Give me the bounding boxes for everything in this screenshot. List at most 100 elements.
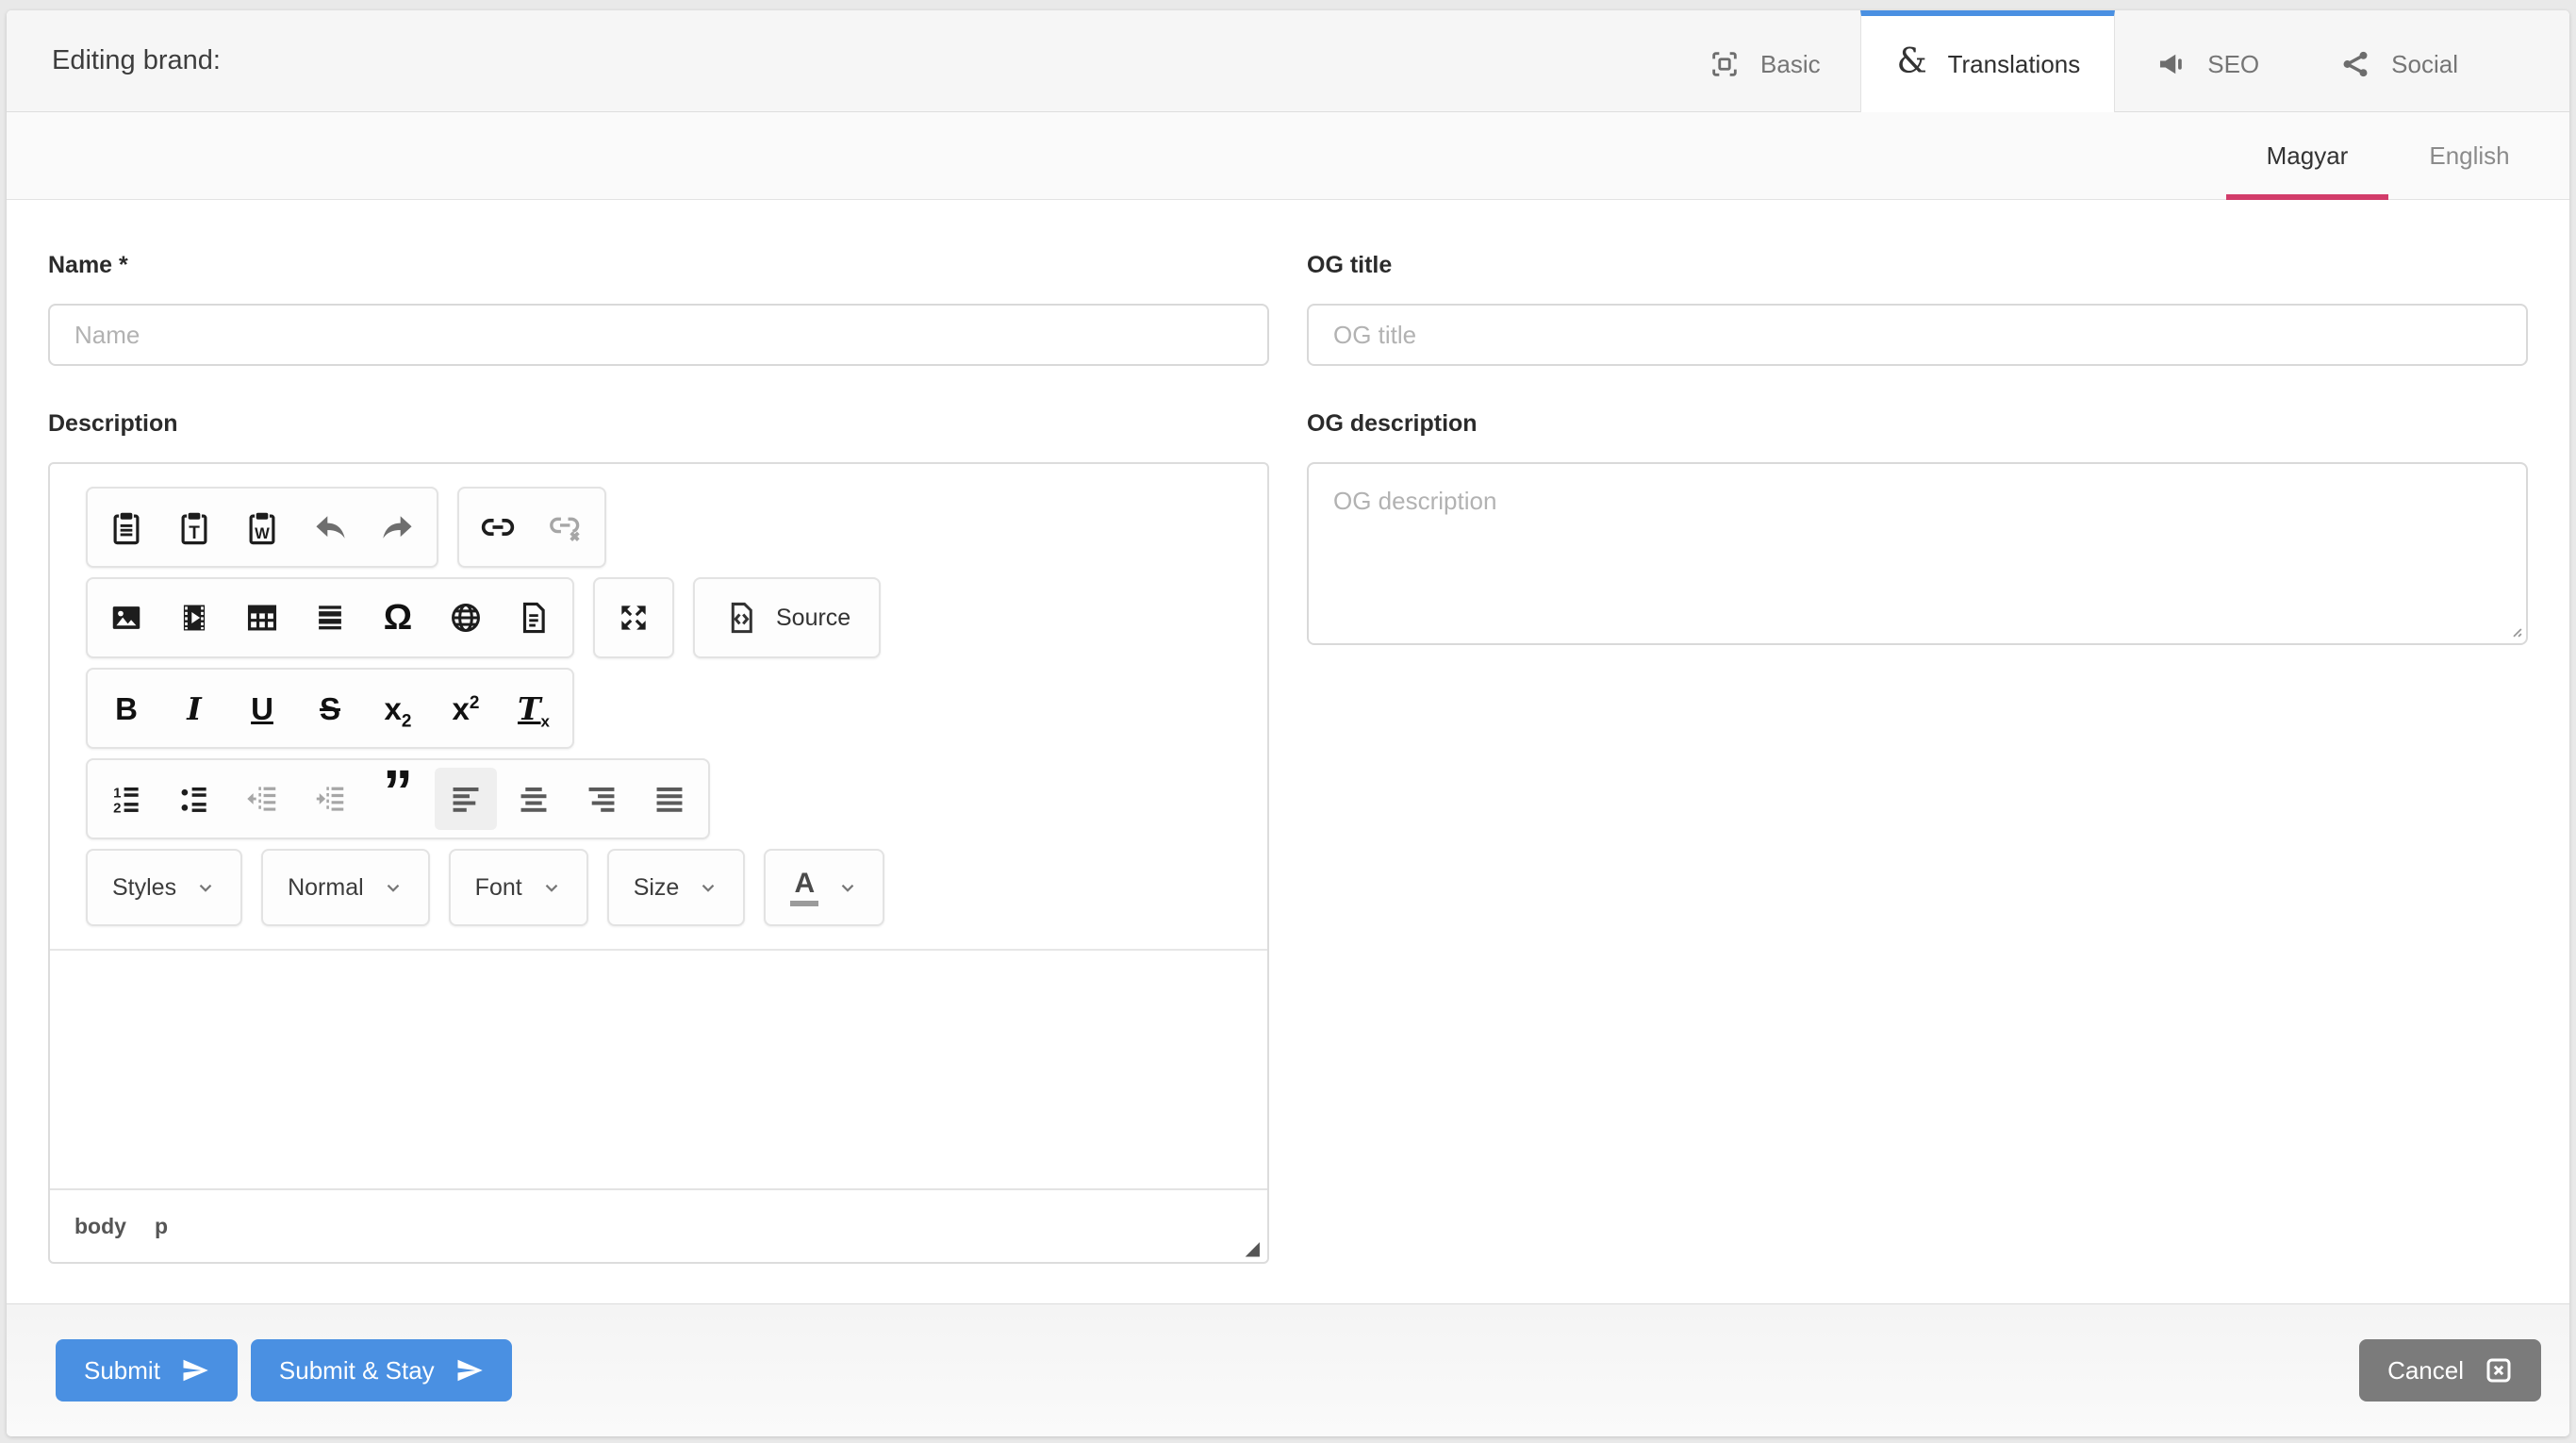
paste-plain-text-icon: T [176, 509, 212, 545]
redo-button[interactable] [367, 496, 429, 558]
align-right-icon [584, 781, 619, 817]
language-tab-english[interactable]: English [2388, 112, 2551, 199]
bold-button[interactable]: B [95, 677, 157, 739]
subscript-button[interactable]: x2 [367, 677, 429, 739]
paste-button[interactable] [95, 496, 157, 558]
undo-button[interactable] [299, 496, 361, 558]
media-icon [176, 600, 212, 636]
header: Editing brand: Basic & Translations SEO … [7, 10, 2569, 112]
footer-action-bar: Submit Submit & Stay Cancel [7, 1303, 2569, 1436]
size-dropdown-label: Size [633, 873, 680, 901]
iframe-button[interactable] [435, 587, 497, 649]
frame-icon [1708, 47, 1742, 81]
format-dropdown[interactable]: Normal [261, 849, 430, 926]
media-button[interactable] [163, 587, 225, 649]
rich-text-editor: T W Ω Source B I U S x2 x2 Tx 1 2 ” Styl… [48, 462, 1269, 1264]
maximize-button[interactable] [603, 587, 665, 649]
tab-basic-label: Basic [1760, 49, 1821, 78]
og-title-input[interactable] [1307, 304, 2528, 366]
cancel-button[interactable]: Cancel [2359, 1339, 2541, 1402]
page-title: Editing brand: [52, 45, 221, 75]
og-description-label: OG description [1307, 410, 1478, 437]
align-left-button[interactable] [435, 768, 497, 830]
element-path-body[interactable]: body [74, 1214, 126, 1239]
remove-format-button[interactable]: Tx [503, 677, 565, 739]
redo-icon [380, 509, 416, 545]
textarea-resize-handle[interactable] [2505, 621, 2522, 638]
submit-button[interactable]: Submit [56, 1339, 238, 1402]
maximize-group [593, 577, 674, 658]
bulleted-list-icon [176, 781, 212, 817]
name-label: Name * [48, 252, 128, 278]
align-center-icon [516, 781, 552, 817]
underline-button[interactable]: U [231, 677, 293, 739]
bold-icon: B [115, 690, 138, 726]
language-tab-magyar-label: Magyar [2266, 141, 2349, 170]
templates-button[interactable] [503, 587, 565, 649]
left-column: Name * Description [48, 251, 1269, 1264]
omega-icon: Ω [383, 598, 413, 638]
svg-text:T: T [189, 523, 200, 543]
numbered-list-icon: 12 [108, 781, 144, 817]
numbered-list-button[interactable]: 12 [95, 768, 157, 830]
element-path-p[interactable]: p [155, 1214, 168, 1239]
italic-button[interactable]: I [163, 677, 225, 739]
table-button[interactable] [231, 587, 293, 649]
decrease-indent-button[interactable] [231, 768, 293, 830]
strikethrough-button[interactable]: S [299, 677, 361, 739]
align-right-button[interactable] [570, 768, 633, 830]
tab-social[interactable]: Social [2299, 10, 2498, 112]
paste-icon [108, 509, 144, 545]
header-tabs: Basic & Translations SEO Social [1668, 10, 2498, 112]
source-button-label: Source [776, 604, 851, 631]
name-input[interactable] [48, 304, 1269, 366]
source-group: Source [693, 577, 882, 658]
paste-plain-text-button[interactable]: T [163, 496, 225, 558]
link-button[interactable] [467, 496, 529, 558]
special-char-button[interactable]: Ω [367, 587, 429, 649]
right-column: OG title OG description [1307, 251, 2528, 1264]
superscript-button[interactable]: x2 [435, 677, 497, 739]
increase-indent-icon [312, 781, 348, 817]
bulleted-list-button[interactable] [163, 768, 225, 830]
tab-translations[interactable]: & Translations [1859, 10, 2116, 112]
blockquote-button[interactable]: ” [367, 761, 429, 830]
tab-social-label: Social [2391, 49, 2458, 78]
source-button[interactable]: Source [702, 587, 871, 649]
image-button[interactable] [95, 587, 157, 649]
og-description-textarea[interactable] [1307, 462, 2528, 645]
superscript-icon: x2 [452, 690, 480, 726]
chevron-down-icon [383, 877, 404, 898]
strikethrough-icon: S [319, 690, 340, 726]
styles-dropdown[interactable]: Styles [86, 849, 243, 926]
link-group [457, 487, 606, 568]
font-dropdown[interactable]: Font [448, 849, 588, 926]
decrease-indent-icon [244, 781, 280, 817]
unlink-button[interactable] [535, 496, 597, 558]
tab-basic[interactable]: Basic [1668, 10, 1860, 112]
unlink-icon [548, 509, 584, 545]
horizontal-rule-button[interactable] [299, 587, 361, 649]
editor-content-area[interactable] [50, 949, 1267, 1188]
increase-indent-button[interactable] [299, 768, 361, 830]
toolbar-row-3: B I U S x2 x2 Tx [86, 668, 1231, 749]
paste-from-word-icon: W [244, 509, 280, 545]
tab-seo[interactable]: SEO [2115, 10, 2299, 112]
form-content: Name * Description [7, 200, 2569, 1303]
chevron-down-icon [541, 877, 562, 898]
description-label: Description [48, 410, 178, 437]
submit-stay-button[interactable]: Submit & Stay [250, 1339, 512, 1402]
language-tab-magyar[interactable]: Magyar [2226, 112, 2388, 200]
insert-group: Ω [86, 577, 574, 658]
text-color-dropdown[interactable]: A [764, 849, 885, 926]
paragraph-group: 12 ” [86, 758, 710, 839]
editor-resize-handle[interactable]: ◢ [1246, 1239, 1260, 1258]
globe-icon [448, 600, 484, 636]
maximize-icon [616, 600, 652, 636]
justify-button[interactable] [638, 768, 701, 830]
paste-from-word-button[interactable]: W [231, 496, 293, 558]
size-dropdown[interactable]: Size [606, 849, 746, 926]
image-icon [108, 600, 144, 636]
svg-text:2: 2 [113, 801, 121, 817]
align-center-button[interactable] [503, 768, 565, 830]
